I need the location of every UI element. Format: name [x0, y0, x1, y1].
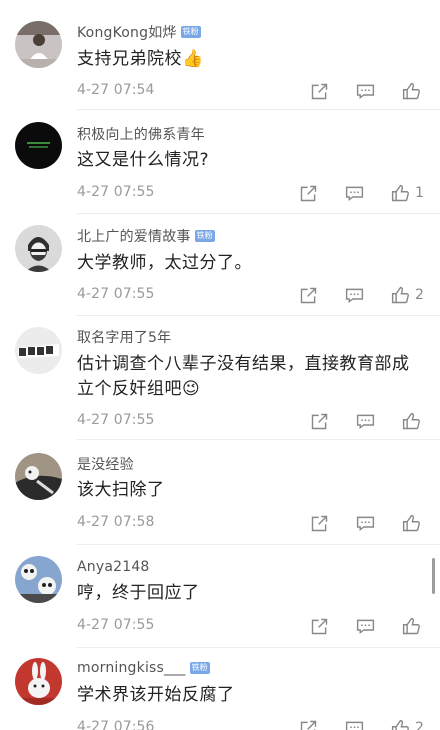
- username-row: 积极向上的佛系青年: [77, 124, 205, 144]
- username[interactable]: morningkiss___: [77, 660, 186, 676]
- avatar[interactable]: [15, 453, 62, 500]
- like-button[interactable]: [401, 409, 426, 433]
- comment-list-screen: KongKong如烨 铁粉 支持兄弟院校👍 4-27 07:54 积极向上的佛系…: [0, 0, 440, 730]
- comment-icon: [356, 414, 375, 429]
- like-button[interactable]: 2: [390, 716, 424, 730]
- like-button[interactable]: 2: [390, 283, 424, 307]
- comment-button[interactable]: [355, 614, 376, 638]
- share-icon: [311, 413, 328, 429]
- comment-time: 4-27 07:56: [77, 719, 155, 730]
- username-row: 北上广的爱情故事 铁粉: [77, 226, 215, 246]
- username[interactable]: 是没经验: [77, 454, 134, 474]
- comment-item: 取名字用了5年 估计调查个八辈子没有结果，直接教育部成立个反奸组吧😉 4-27 …: [0, 316, 440, 440]
- share-button[interactable]: [309, 614, 330, 638]
- comment-time: 4-27 07:55: [77, 286, 155, 302]
- comment-time: 4-27 07:54: [77, 82, 155, 98]
- share-icon: [300, 185, 317, 201]
- comment-button[interactable]: [344, 283, 365, 307]
- comment-text: 该大扫除了: [77, 480, 165, 500]
- avatar[interactable]: [15, 556, 62, 603]
- like-icon: [402, 82, 420, 99]
- share-button[interactable]: [309, 511, 330, 535]
- username-row: 是没经验: [77, 454, 134, 474]
- avatar-image-icon: [15, 122, 62, 169]
- comment-button[interactable]: [355, 79, 376, 103]
- comment-icon: [345, 186, 364, 201]
- like-icon: [391, 286, 409, 303]
- avatar[interactable]: [15, 122, 62, 169]
- comment-icon: [356, 84, 375, 99]
- comment-icon: [345, 721, 364, 730]
- comment-icon: [356, 516, 375, 531]
- fan-badge: 铁粉: [189, 662, 210, 674]
- like-button[interactable]: [401, 614, 426, 638]
- username-row: KongKong如烨 铁粉: [77, 22, 201, 42]
- like-icon: [391, 719, 409, 730]
- username-row: Anya2148: [77, 557, 150, 577]
- share-button[interactable]: [309, 409, 330, 433]
- username[interactable]: 积极向上的佛系青年: [77, 124, 205, 144]
- username[interactable]: 取名字用了5年: [77, 327, 171, 347]
- share-button[interactable]: [298, 283, 319, 307]
- share-button[interactable]: [298, 716, 319, 730]
- comment-item: 北上广的爱情故事 铁粉 大学教师，太过分了。 4-27 07:55 2: [0, 214, 440, 316]
- comment-button[interactable]: [355, 409, 376, 433]
- avatar-image-icon: [15, 327, 62, 374]
- avatar[interactable]: [15, 658, 62, 705]
- like-icon: [402, 412, 420, 429]
- avatar-image-icon: [15, 453, 62, 500]
- avatar[interactable]: [15, 225, 62, 272]
- comment-text: 大学教师，太过分了。: [77, 253, 252, 273]
- share-icon: [300, 287, 317, 303]
- avatar-image-icon: [15, 658, 62, 705]
- avatar-image-icon: [15, 225, 62, 272]
- share-icon: [311, 83, 328, 99]
- comment-item: morningkiss___ 铁粉 学术界该开始反腐了 4-27 07:56 2: [0, 648, 440, 730]
- comment-time: 4-27 07:55: [77, 412, 155, 428]
- username[interactable]: KongKong如烨: [77, 22, 177, 42]
- like-count: 1: [415, 185, 424, 201]
- comment-button[interactable]: [344, 716, 365, 730]
- like-button[interactable]: 1: [390, 181, 424, 205]
- share-button[interactable]: [309, 79, 330, 103]
- comment-button[interactable]: [344, 181, 365, 205]
- comment-text: 支持兄弟院校👍: [77, 49, 204, 69]
- comment-time: 4-27 07:58: [77, 514, 155, 530]
- avatar[interactable]: [15, 327, 62, 374]
- share-icon: [311, 618, 328, 634]
- comment-text: 哼，终于回应了: [77, 583, 200, 603]
- comment-time: 4-27 07:55: [77, 184, 155, 200]
- comment-text: 估计调查个八辈子没有结果，直接教育部成立个反奸组吧😉: [77, 354, 410, 399]
- username[interactable]: Anya2148: [77, 559, 150, 575]
- username[interactable]: 北上广的爱情故事: [77, 226, 191, 246]
- avatar-image-icon: [15, 21, 62, 68]
- fan-badge: 铁粉: [194, 230, 215, 242]
- like-count: 2: [415, 720, 424, 730]
- comment-text: 这又是什么情况?: [77, 150, 210, 170]
- like-icon: [402, 514, 420, 531]
- avatar[interactable]: [15, 21, 62, 68]
- comment-item: 积极向上的佛系青年 这又是什么情况? 4-27 07:55 1: [0, 110, 440, 214]
- comment-text: 学术界该开始反腐了: [77, 685, 235, 705]
- comment-item: 是没经验 该大扫除了 4-27 07:58: [0, 440, 440, 545]
- share-icon: [311, 515, 328, 531]
- like-icon: [391, 184, 409, 201]
- avatar-image-icon: [15, 556, 62, 603]
- username-row: morningkiss___ 铁粉: [77, 658, 210, 678]
- like-icon: [402, 617, 420, 634]
- like-button[interactable]: [401, 511, 426, 535]
- comment-icon: [345, 288, 364, 303]
- comment-item: Anya2148 哼，终于回应了 4-27 07:55: [0, 545, 440, 648]
- comment-icon: [356, 619, 375, 634]
- share-button[interactable]: [298, 181, 319, 205]
- username-row: 取名字用了5年: [77, 327, 171, 347]
- scrollbar[interactable]: [432, 558, 435, 594]
- comment-item: KongKong如烨 铁粉 支持兄弟院校👍 4-27 07:54: [0, 0, 440, 110]
- like-count: 2: [415, 287, 424, 303]
- share-icon: [300, 720, 317, 730]
- fan-badge: 铁粉: [180, 26, 201, 38]
- comment-button[interactable]: [355, 511, 376, 535]
- comment-time: 4-27 07:55: [77, 617, 155, 633]
- like-button[interactable]: [401, 79, 426, 103]
